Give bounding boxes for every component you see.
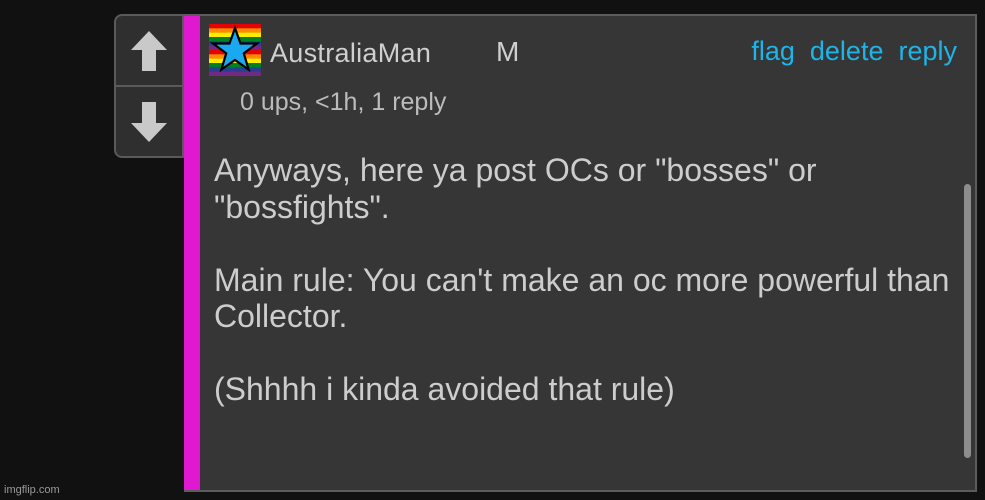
delete-link[interactable]: delete xyxy=(810,36,884,67)
upvote-button[interactable] xyxy=(116,16,182,85)
scrollbar-thumb[interactable] xyxy=(964,184,971,458)
reply-link[interactable]: reply xyxy=(898,36,957,67)
flag-link[interactable]: flag xyxy=(751,36,795,67)
comment-body: Anyways, here ya post OCs or "bosses" or… xyxy=(214,152,954,408)
comment-paragraph: (Shhhh i kinda avoided that rule) xyxy=(214,371,675,407)
arrow-down-icon xyxy=(131,101,167,142)
comment-username[interactable]: AustraliaMan xyxy=(270,38,431,69)
user-badge: M xyxy=(496,36,520,67)
comment-meta: 0 ups, <1h, 1 reply xyxy=(240,88,447,116)
comment-accent-bar xyxy=(184,16,200,490)
avatar-stripe xyxy=(209,67,261,73)
comment-actions: flag delete reply xyxy=(751,36,957,67)
comment-paragraph: Main rule: You can't make an oc more pow… xyxy=(214,261,950,335)
comment-card: AustraliaMan M flag delete reply 0 ups, … xyxy=(184,14,977,492)
avatar-stripe xyxy=(209,63,261,68)
user-avatar[interactable] xyxy=(209,24,261,76)
arrow-up-icon xyxy=(131,30,167,71)
comment-screenshot: AustraliaMan M flag delete reply 0 ups, … xyxy=(0,0,985,500)
vote-controls xyxy=(114,14,184,158)
watermark: imgflip.com xyxy=(4,484,60,496)
downvote-button[interactable] xyxy=(116,85,182,156)
avatar-stripe xyxy=(209,71,261,76)
comment-paragraph: Anyways, here ya post OCs or "bosses" or… xyxy=(214,152,817,225)
